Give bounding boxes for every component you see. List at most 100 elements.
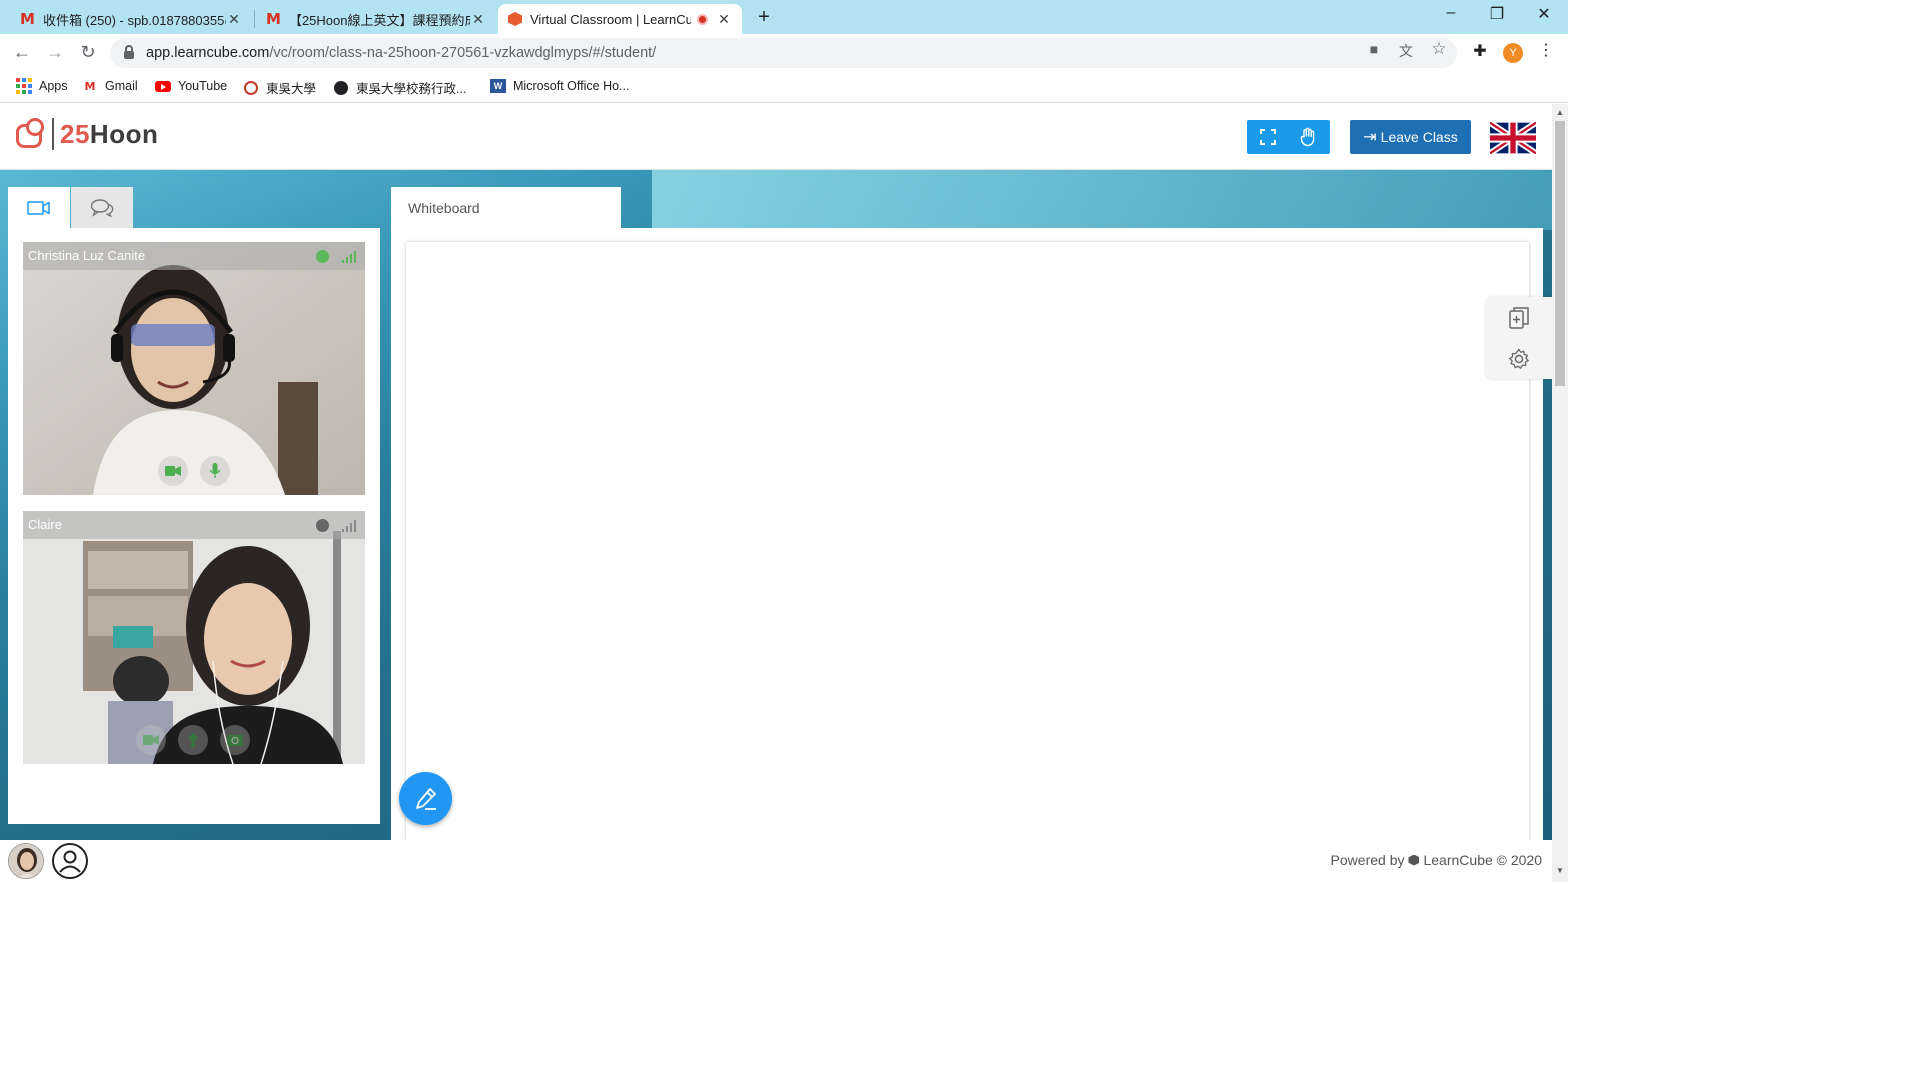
page-scrollbar[interactable]: ▲ ▼	[1552, 104, 1568, 882]
upload-button[interactable]	[178, 725, 208, 755]
class-tools-group	[1247, 120, 1330, 154]
reload-icon[interactable]: ↻	[77, 42, 99, 63]
bookmarks-bar: Apps M Gmail YouTube 東吳大學 東吳大學校務行政... W …	[0, 72, 1568, 103]
address-bar[interactable]: app.learncube.com/vc/room/class-na-25hoo…	[110, 38, 1457, 68]
logo-text: 25Hoon	[60, 119, 158, 150]
camera-in-use-icon[interactable]: ■	[1365, 41, 1383, 57]
bookmark-apps[interactable]: Apps	[16, 78, 68, 94]
logo-mark-icon	[14, 118, 46, 150]
close-icon[interactable]: ✕	[470, 11, 486, 28]
browser-tab-title: Virtual Classroom | LearnCub	[530, 11, 691, 27]
switch-camera-button[interactable]	[220, 725, 250, 755]
user-icon	[59, 850, 81, 873]
maximize-icon[interactable]: ❐	[1482, 4, 1512, 24]
bookmark-label: 東吳大學校務行政...	[356, 82, 467, 96]
scroll-up-icon[interactable]: ▲	[1556, 108, 1564, 117]
student-avatar[interactable]	[52, 843, 88, 879]
tab-separator	[254, 10, 255, 28]
browser-menu-icon[interactable]: ⋮	[1537, 40, 1555, 60]
toggle-microphone-button[interactable]	[200, 456, 230, 486]
fullscreen-icon	[1259, 129, 1276, 145]
powered-by-prefix: Powered by	[1330, 852, 1405, 868]
browser-tab-booking[interactable]: M 【25Hoon線上英文】課程預約成功 ✕	[256, 4, 496, 34]
close-icon[interactable]: ✕	[716, 11, 732, 28]
forward-arrow-icon[interactable]: →	[44, 42, 66, 63]
tab-video[interactable]	[8, 187, 70, 228]
browser-toolbar: ← → ↻ app.learncube.com/vc/room/class-na…	[0, 34, 1568, 72]
browser-tab-strip: M 收件箱 (250) - spb.0187880355@ ✕ M 【25Hoo…	[0, 0, 1568, 34]
tab-chat[interactable]	[71, 187, 133, 228]
brand-logo[interactable]: 25Hoon	[14, 118, 158, 150]
close-icon[interactable]: ✕	[226, 11, 242, 28]
chat-icon	[90, 198, 114, 218]
scroll-down-icon[interactable]: ▼	[1556, 866, 1564, 875]
microphone-icon	[209, 463, 221, 478]
learncube-favicon-icon	[508, 12, 522, 26]
window-close-icon[interactable]: ✕	[1529, 4, 1559, 24]
browser-tab-virtual-classroom[interactable]: Virtual Classroom | LearnCub ✕	[498, 4, 742, 34]
add-page-icon	[1509, 306, 1529, 329]
app-header: 25Hoon ⇥ Leave Class	[0, 104, 1552, 170]
leave-class-button[interactable]: ⇥ Leave Class	[1350, 120, 1471, 154]
bookmark-gmail[interactable]: M Gmail	[82, 78, 138, 94]
bookmark-label: Microsoft Office Ho...	[513, 79, 630, 93]
gmail-icon: M	[20, 10, 35, 28]
gear-icon	[1509, 348, 1529, 369]
browser-tab-gmail-inbox[interactable]: M 收件箱 (250) - spb.0187880355@ ✕	[10, 4, 252, 34]
bookmark-label: 東吳大學	[266, 82, 317, 96]
raise-hand-button[interactable]	[1288, 120, 1329, 154]
bookmark-youtube[interactable]: YouTube	[155, 78, 227, 94]
bookmark-soochow-admin[interactable]: 東吳大學校務行政...	[333, 78, 466, 97]
toggle-camera-button[interactable]	[158, 456, 188, 486]
lock-icon	[124, 45, 134, 59]
uk-flag-language-icon[interactable]	[1490, 122, 1536, 154]
logo-divider	[52, 118, 54, 150]
switch-camera-icon	[227, 735, 243, 746]
whiteboard-canvas[interactable]	[406, 242, 1529, 840]
apps-grid-icon	[16, 78, 32, 94]
leave-class-label: Leave Class	[1380, 129, 1458, 145]
bookmark-office-home[interactable]: W Microsoft Office Ho...	[490, 78, 629, 94]
globe-icon	[333, 80, 349, 96]
translate-icon[interactable]: 文	[1397, 41, 1415, 61]
learncube-cube-icon	[1408, 854, 1420, 866]
online-status-icon	[316, 250, 329, 263]
back-arrow-icon[interactable]: ←	[11, 42, 33, 63]
tab-whiteboard[interactable]: Whiteboard	[391, 187, 621, 228]
powered-by-credit: Powered by LearnCube © 2020	[1331, 852, 1542, 868]
bookmark-label: Apps	[39, 79, 68, 93]
video-camera-icon	[27, 200, 50, 215]
bookmark-label: YouTube	[178, 79, 228, 93]
teacher-avatar[interactable]	[8, 843, 44, 879]
participant-video-teacher[interactable]: Christina Luz Canite	[23, 242, 365, 495]
new-tab-icon[interactable]: +	[752, 6, 776, 29]
profile-avatar[interactable]: Y	[1503, 43, 1523, 63]
url-text[interactable]: app.learncube.com/vc/room/class-na-25hoo…	[146, 45, 656, 61]
url-path: /vc/room/class-na-25hoon-270561-vzkawdgl…	[269, 45, 657, 61]
teacher-video-feed	[23, 242, 365, 495]
participant-name: Christina Luz Canite	[23, 242, 365, 270]
url-host: app.learncube.com	[146, 45, 270, 61]
bookmark-label: Gmail	[105, 79, 138, 93]
drawing-tools-button[interactable]	[399, 772, 452, 825]
bookmark-star-icon[interactable]: ☆	[1430, 39, 1448, 59]
fullscreen-button[interactable]	[1247, 120, 1288, 154]
bookmark-soochow-university[interactable]: 東吳大學	[243, 78, 316, 97]
logo-number: 25	[60, 118, 90, 149]
participant-name: Claire	[23, 511, 365, 539]
recording-icon	[697, 13, 708, 25]
scrollbar-thumb[interactable]	[1555, 121, 1565, 386]
gmail-icon: M	[266, 10, 281, 28]
minimize-icon[interactable]: –	[1436, 4, 1466, 22]
toggle-camera-button[interactable]	[136, 725, 166, 755]
whiteboard-settings-button[interactable]	[1486, 338, 1552, 379]
word-icon: W	[490, 78, 506, 94]
add-page-button[interactable]	[1486, 297, 1552, 338]
powered-by-brand: LearnCube © 2020	[1423, 852, 1542, 868]
youtube-icon	[155, 78, 171, 94]
participant-video-student[interactable]: Claire	[23, 511, 365, 764]
hand-icon	[1300, 127, 1314, 147]
extensions-puzzle-icon[interactable]: ✚	[1471, 41, 1489, 61]
browser-tab-title: 收件箱 (250) - spb.0187880355@	[42, 12, 226, 28]
camera-icon	[143, 735, 159, 745]
